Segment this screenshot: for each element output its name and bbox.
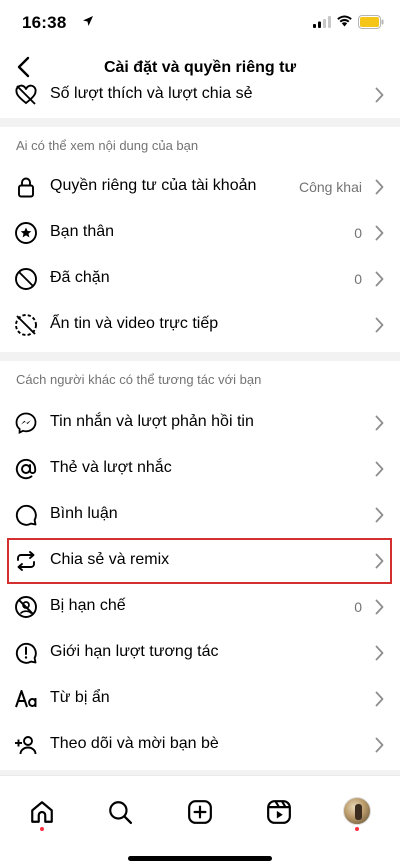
status-bar: 16:38	[0, 0, 400, 46]
lock-icon	[14, 175, 38, 199]
block-icon	[14, 267, 38, 291]
battery-icon	[358, 15, 384, 29]
comment-icon	[14, 503, 38, 527]
list-item-value: 0	[354, 599, 362, 615]
list-item-value: Công khai	[298, 179, 362, 195]
list-item-restricted[interactable]: Bị hạn chế 0	[0, 584, 400, 630]
list-item-label: Từ bị ẩn	[50, 689, 110, 706]
chevron-right-icon	[375, 271, 384, 287]
list-item-follow-invite[interactable]: Theo dõi và mời bạn bè	[0, 722, 400, 768]
list-item-label: Số lượt thích và lượt chia sẻ	[50, 85, 253, 102]
chevron-right-icon	[375, 737, 384, 753]
alert-circle-icon	[14, 641, 38, 665]
section-header-interactions: Cách người khác có thể tương tác với bạn	[16, 372, 262, 387]
chevron-right-icon	[375, 415, 384, 431]
list-item-value: 0	[354, 271, 362, 287]
star-circle-icon	[14, 221, 38, 245]
list-item-messages[interactable]: Tin nhắn và lượt phản hồi tin	[0, 400, 400, 446]
home-indicator	[128, 856, 272, 861]
heart-off-icon	[14, 83, 38, 107]
tab-search[interactable]	[106, 798, 134, 826]
list-item-tags-mentions[interactable]: Thẻ và lượt nhắc	[0, 446, 400, 492]
chevron-right-icon	[375, 691, 384, 707]
list-item-value: 0	[354, 225, 362, 241]
chevron-right-icon	[375, 645, 384, 661]
hide-story-icon	[14, 313, 38, 337]
list-item-label: Theo dõi và mời bạn bè	[50, 735, 219, 752]
list-item-blocked[interactable]: Đã chặn 0	[0, 256, 400, 302]
add-person-icon	[14, 733, 38, 757]
create-icon	[188, 800, 212, 824]
at-sign-icon	[14, 457, 38, 481]
list-item-limit-interactions[interactable]: Giới hạn lượt tương tác	[0, 630, 400, 676]
list-item-label: Đã chặn	[50, 269, 110, 286]
section-header-visibility: Ai có thể xem nội dung của bạn	[16, 138, 199, 153]
settings-list[interactable]: Số lượt thích và lượt chia sẻ Ai có thể …	[0, 82, 400, 775]
list-item-label: Bị hạn chế	[50, 597, 126, 614]
list-item-label: Thẻ và lượt nhắc	[50, 459, 172, 476]
list-item-comments[interactable]: Bình luận	[0, 492, 400, 538]
location-arrow-icon	[83, 16, 93, 26]
list-item-likes-shares[interactable]: Số lượt thích và lượt chia sẻ	[0, 82, 400, 118]
list-item-label: Ẩn tin và video trực tiếp	[50, 315, 219, 332]
chevron-right-icon	[375, 461, 384, 477]
list-item-label: Giới hạn lượt tương tác	[50, 643, 219, 660]
bottom-tab-bar	[0, 775, 400, 866]
chevron-right-icon	[375, 179, 384, 195]
search-icon	[109, 801, 133, 825]
status-time: 16:38	[22, 13, 67, 32]
profile-notification-dot	[355, 827, 359, 831]
list-item-account-privacy[interactable]: Quyền riêng tư của tài khoản Công khai	[0, 164, 400, 210]
highlight-box	[7, 538, 392, 584]
messenger-icon	[14, 411, 38, 435]
list-item-close-friends[interactable]: Bạn thân 0	[0, 210, 400, 256]
chevron-right-icon	[375, 507, 384, 523]
chevron-right-icon	[375, 599, 384, 615]
section-divider	[0, 352, 400, 361]
tab-create[interactable]	[186, 798, 214, 826]
restricted-icon	[14, 595, 38, 619]
home-notification-dot	[40, 827, 44, 831]
chevron-right-icon	[375, 225, 384, 241]
section-divider	[0, 118, 400, 127]
home-icon	[31, 801, 53, 823]
list-item-label: Tin nhắn và lượt phản hồi tin	[50, 413, 254, 430]
list-item-hide-story[interactable]: Ẩn tin và video trực tiếp	[0, 302, 400, 348]
tab-reels[interactable]	[265, 798, 293, 826]
list-item-label: Quyền riêng tư của tài khoản	[50, 177, 257, 194]
list-item-hidden-words[interactable]: Từ bị ẩn	[0, 676, 400, 722]
chevron-right-icon	[375, 87, 384, 103]
tab-home[interactable]	[28, 798, 56, 826]
list-item-label: Bình luận	[50, 505, 118, 522]
wifi-icon	[337, 15, 352, 27]
tab-profile-avatar[interactable]	[343, 797, 371, 825]
page-title: Cài đặt và quyền riêng tư	[103, 59, 297, 76]
signal-icon	[313, 16, 331, 28]
reels-icon	[267, 800, 291, 824]
chevron-right-icon	[375, 317, 384, 333]
list-item-label: Bạn thân	[50, 223, 115, 240]
text-aa-icon	[14, 687, 38, 711]
